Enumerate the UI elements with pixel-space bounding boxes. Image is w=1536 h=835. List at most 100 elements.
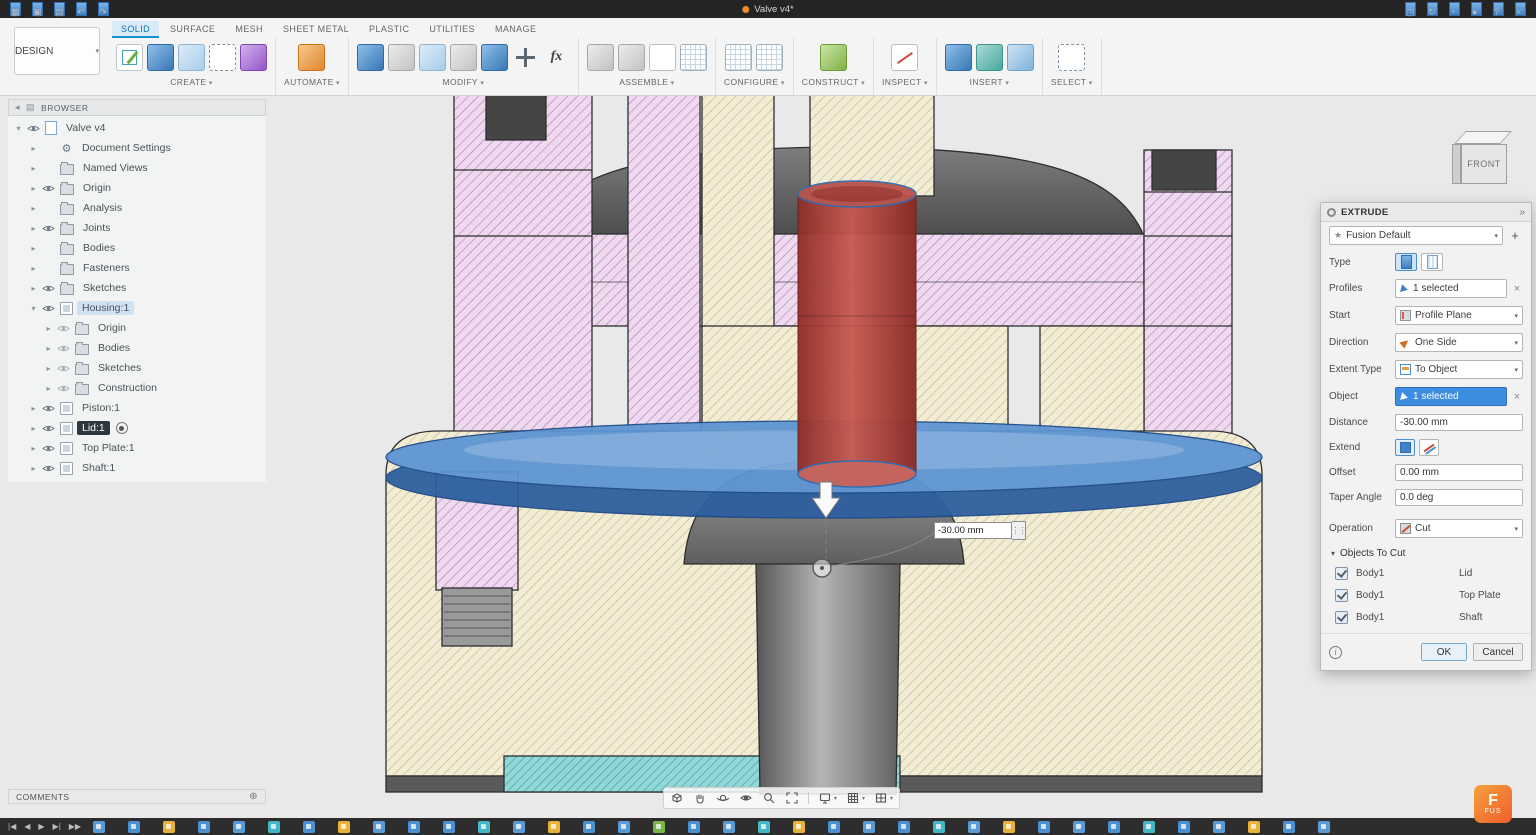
timeline-feature-icon[interactable] xyxy=(198,821,210,833)
theme-table-icon[interactable] xyxy=(756,44,783,71)
timeline-feature-icon[interactable] xyxy=(758,821,770,833)
browser-item-label[interactable]: Origin xyxy=(78,181,116,195)
timeline-feature-icon[interactable] xyxy=(1213,821,1225,833)
view-cube-left-face[interactable] xyxy=(1452,144,1461,184)
comments-bar[interactable]: COMMENTS ⊕ xyxy=(8,789,266,804)
browser-item-label[interactable]: Sketches xyxy=(78,281,131,295)
add-comment-icon[interactable]: ⊕ xyxy=(249,791,258,802)
timeline-feature-icon[interactable] xyxy=(583,821,595,833)
expand-arrow-icon[interactable]: ▸ xyxy=(44,344,53,353)
timeline-feature-icon[interactable] xyxy=(1318,821,1330,833)
joint-icon[interactable] xyxy=(618,44,645,71)
primitives-icon[interactable] xyxy=(240,44,267,71)
expand-arrow-icon[interactable]: ▸ xyxy=(29,204,38,213)
timeline-feature-icon[interactable] xyxy=(1178,821,1190,833)
measure-icon[interactable] xyxy=(891,44,918,71)
new-design-icon[interactable]: ▣ xyxy=(32,2,43,16)
browser-item-sketches[interactable]: ▸Sketches xyxy=(8,358,266,378)
expand-arrow-icon[interactable]: ▸ xyxy=(44,384,53,393)
timeline-feature-icon[interactable] xyxy=(1248,821,1260,833)
browser-item-label[interactable]: Fasteners xyxy=(78,261,135,275)
extend-taper-toggle[interactable] xyxy=(1419,439,1439,456)
visibility-eye-icon[interactable] xyxy=(42,224,56,233)
group-dropdown-configure[interactable]: CONFIGURE xyxy=(724,77,785,87)
expand-arrow-icon[interactable]: ▾ xyxy=(29,304,38,313)
distance-input[interactable] xyxy=(1395,414,1523,431)
timeline-feature-icon[interactable] xyxy=(513,821,525,833)
browser-item-fasteners[interactable]: ▸Fasteners xyxy=(8,258,266,278)
look-at-icon[interactable] xyxy=(739,791,753,805)
visibility-eye-icon[interactable] xyxy=(42,464,56,473)
undo-icon[interactable]: ↶ xyxy=(76,2,87,16)
clear-object-icon[interactable]: × xyxy=(1511,391,1523,403)
view-cube-front-face[interactable]: FRONT xyxy=(1461,144,1507,184)
object-selection-chip[interactable]: 1 selected xyxy=(1395,387,1507,406)
clear-profiles-icon[interactable]: × xyxy=(1511,283,1523,295)
revolve-icon[interactable] xyxy=(178,44,205,71)
browser-item-bodies[interactable]: ▸Bodies xyxy=(8,238,266,258)
timeline-go-to-end-icon[interactable]: ▶▶ xyxy=(69,822,81,831)
type-thin-button[interactable] xyxy=(1421,253,1443,271)
browser-item-construction[interactable]: ▸Construction xyxy=(8,378,266,398)
offset-input[interactable] xyxy=(1395,464,1523,481)
fillet-icon[interactable] xyxy=(388,44,415,71)
viewports-icon[interactable] xyxy=(874,791,893,805)
browser-item-label[interactable]: Document Settings xyxy=(77,141,176,155)
group-dropdown-select[interactable]: SELECT xyxy=(1051,77,1093,87)
browser-item-housing-1[interactable]: ▾Housing:1 xyxy=(8,298,266,318)
visibility-eye-icon[interactable] xyxy=(27,124,41,133)
help-icon[interactable]: ? xyxy=(1493,2,1504,16)
tab-surface[interactable]: SURFACE xyxy=(161,21,224,38)
insert-derive-icon[interactable] xyxy=(945,44,972,71)
dock-dialog-icon[interactable]: » xyxy=(1519,207,1525,218)
zoom-icon[interactable] xyxy=(762,791,776,805)
extent-type-select[interactable]: To Object ▾ xyxy=(1395,360,1523,379)
orbit-icon[interactable] xyxy=(716,791,730,805)
expand-arrow-icon[interactable]: ▸ xyxy=(29,464,38,473)
cancel-button[interactable]: Cancel xyxy=(1473,643,1523,661)
operation-select[interactable]: Cut ▾ xyxy=(1395,519,1523,538)
timeline-go-to-start-icon[interactable]: |◀ xyxy=(8,822,16,831)
display-settings-icon[interactable] xyxy=(818,791,837,805)
info-icon[interactable]: i xyxy=(1329,646,1342,659)
group-dropdown-insert[interactable]: INSERT xyxy=(970,77,1010,87)
browser-item-joints[interactable]: ▸Joints xyxy=(8,218,266,238)
group-dropdown-modify[interactable]: MODIFY xyxy=(443,77,485,87)
start-select[interactable]: Profile Plane ▾ xyxy=(1395,306,1523,325)
configuration-table-icon[interactable] xyxy=(725,44,752,71)
tab-utilities[interactable]: UTILITIES xyxy=(420,21,484,38)
insert-mcmaster-icon[interactable] xyxy=(976,44,1003,71)
profiles-selection-chip[interactable]: 1 selected xyxy=(1395,279,1507,298)
timeline-feature-icon[interactable] xyxy=(1143,821,1155,833)
browser-item-origin[interactable]: ▸Origin xyxy=(8,178,266,198)
close-icon[interactable]: × xyxy=(1515,2,1526,16)
tab-sheet-metal[interactable]: SHEET METAL xyxy=(274,21,358,38)
distance-dimension-input[interactable] xyxy=(934,522,1012,539)
construction-plane-icon[interactable] xyxy=(820,44,847,71)
timeline-feature-icon[interactable] xyxy=(268,821,280,833)
move-copy-icon[interactable] xyxy=(512,44,539,71)
visibility-eye-icon[interactable] xyxy=(42,284,56,293)
group-dropdown-inspect[interactable]: INSPECT xyxy=(882,77,928,87)
expand-arrow-icon[interactable]: ▸ xyxy=(44,324,53,333)
view-cube[interactable]: FRONT xyxy=(1450,126,1520,196)
browser-item-shaft-1[interactable]: ▸Shaft:1 xyxy=(8,458,266,478)
timeline-feature-icon[interactable] xyxy=(793,821,805,833)
group-dropdown-construct[interactable]: CONSTRUCT xyxy=(802,77,865,87)
workspace-selector[interactable]: DESIGN ▾ xyxy=(14,27,100,75)
collapse-panel-icon[interactable]: ◂ xyxy=(15,102,20,113)
group-dropdown-assemble[interactable]: ASSEMBLE xyxy=(619,77,674,87)
timeline-feature-icon[interactable] xyxy=(93,821,105,833)
visibility-eye-icon[interactable] xyxy=(57,384,71,393)
timeline-feature-icon[interactable] xyxy=(863,821,875,833)
browser-item-label[interactable]: Joints xyxy=(78,221,115,235)
offset-face-icon[interactable] xyxy=(481,44,508,71)
visibility-eye-icon[interactable] xyxy=(42,444,56,453)
pattern-icon[interactable] xyxy=(680,44,707,71)
file-cube-icon[interactable] xyxy=(670,791,684,805)
browser-item-piston-1[interactable]: ▸Piston:1 xyxy=(8,398,266,418)
body-checkbox[interactable] xyxy=(1335,611,1348,624)
browser-item-top-plate-1[interactable]: ▸Top Plate:1 xyxy=(8,438,266,458)
visibility-eye-icon[interactable] xyxy=(57,344,71,353)
visibility-eye-icon[interactable] xyxy=(57,324,71,333)
